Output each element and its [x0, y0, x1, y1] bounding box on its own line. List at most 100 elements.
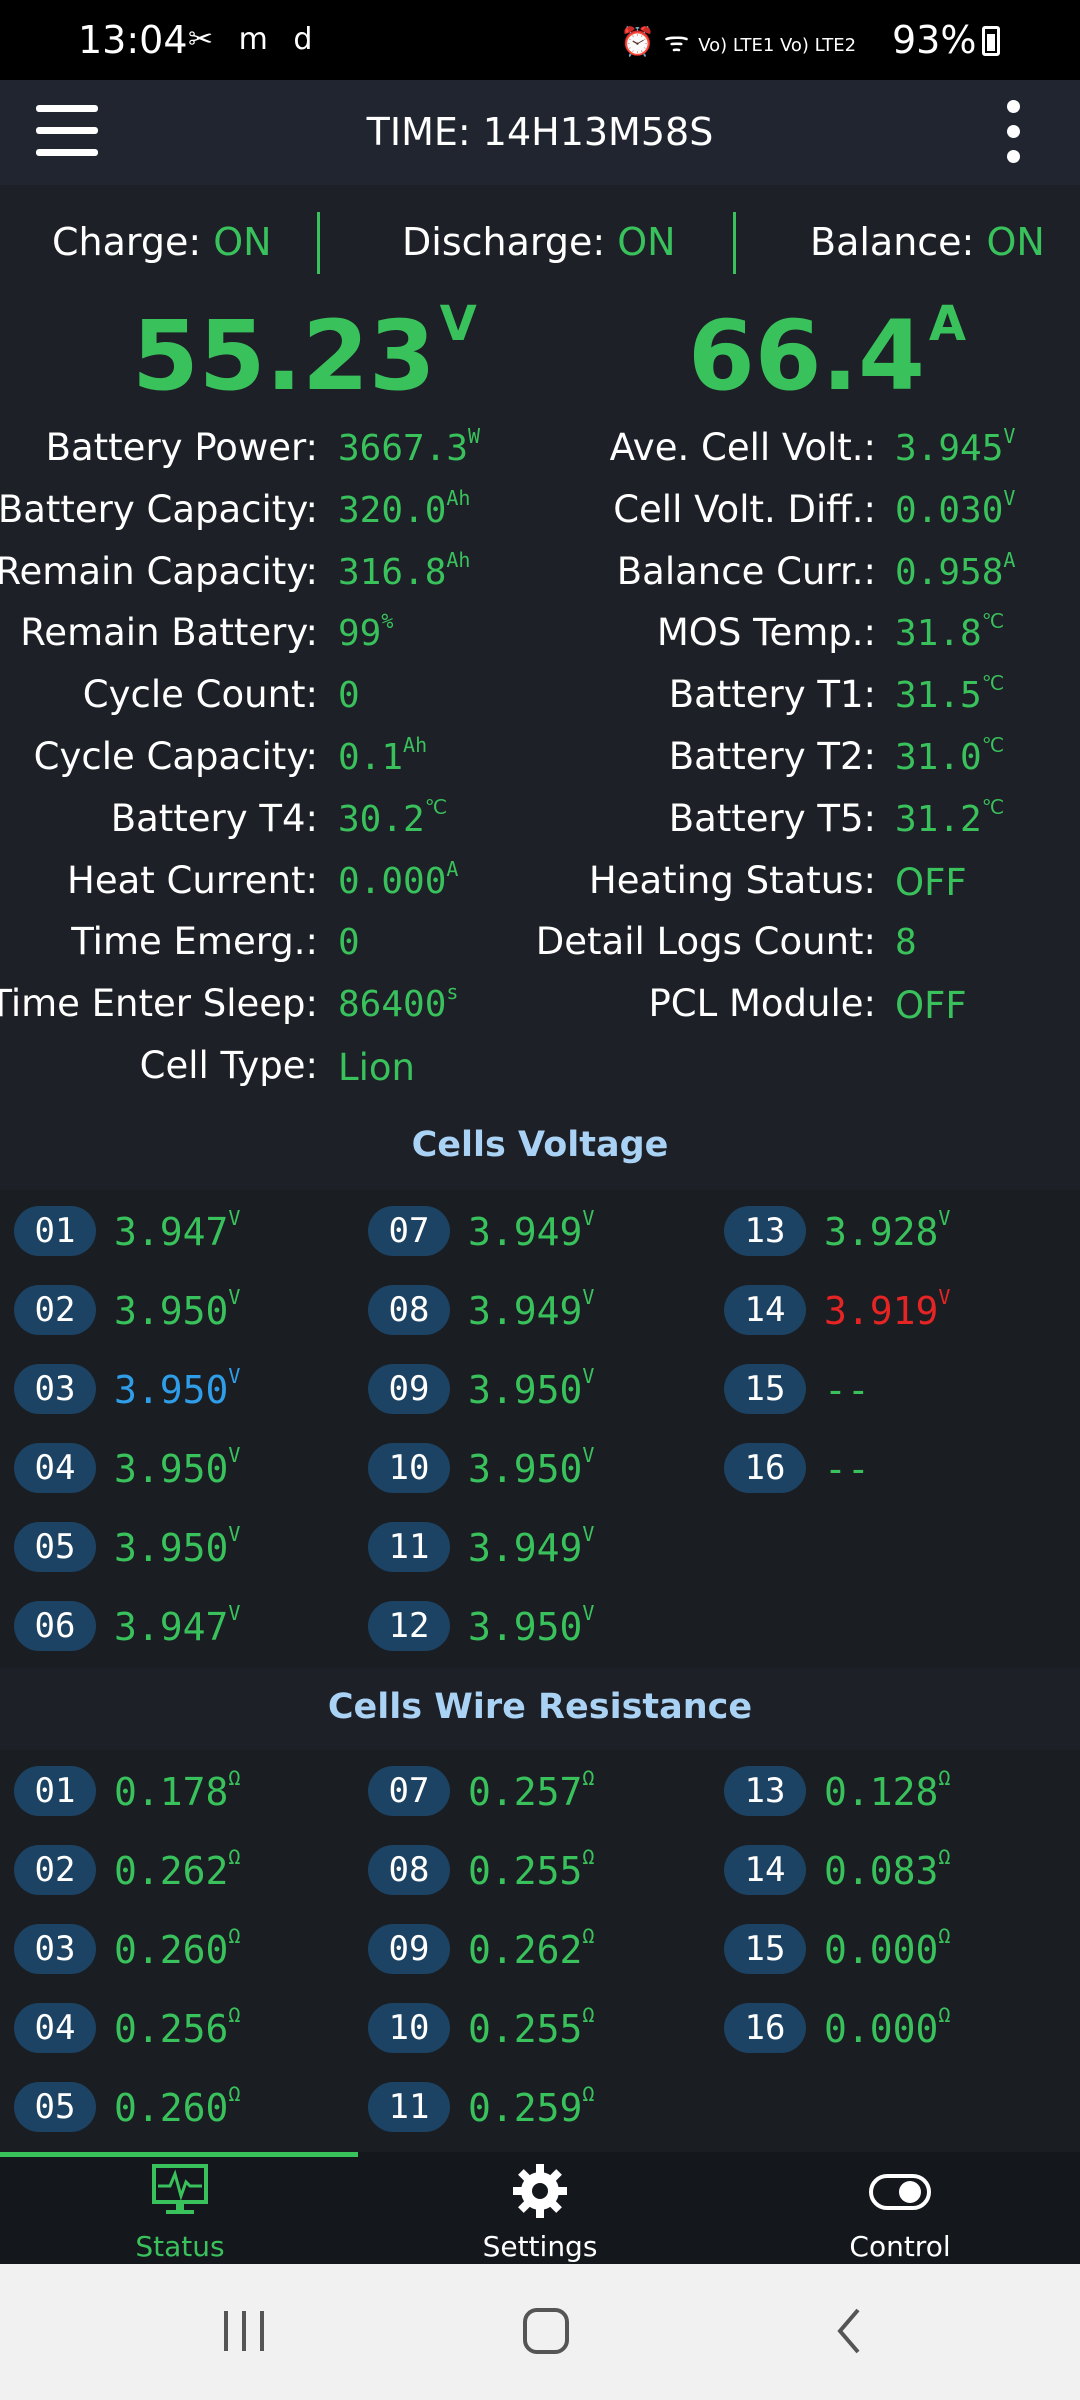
cell-number-badge: 10: [368, 1443, 450, 1493]
stat-value: 316.8Ah: [338, 548, 470, 593]
stat-unit: Ah: [446, 485, 471, 510]
cell-voltage-item: 13 3.928V: [724, 1200, 1064, 1262]
charge-value: ON: [213, 220, 272, 264]
stat-label: Cycle Capacity:: [33, 735, 318, 778]
stat-unit: A: [1003, 547, 1016, 572]
cell-value-number: 3.950: [114, 1368, 229, 1412]
nav-control[interactable]: Control: [720, 2162, 1080, 2263]
clock: 13:04: [78, 18, 188, 62]
cell-value-number: 0.257: [468, 1770, 583, 1814]
cell-value-number: 3.950: [114, 1447, 229, 1491]
stat-value-number: OFF: [895, 860, 967, 904]
cell-voltage-item: 01 3.947V: [14, 1200, 354, 1262]
stat-label: Detail Logs Count:: [535, 920, 876, 964]
signal-icons: ⏰ ᯤ Vo) LTE1 Vo) LTE2: [620, 25, 857, 58]
page-title: TIME: 14H13M58S: [366, 110, 714, 154]
bottom-navigation: Status Settings Control: [0, 2152, 1080, 2264]
cell-unit: V: [582, 1522, 595, 1546]
cell-number-badge: 03: [14, 1924, 96, 1974]
cell-voltage-item: 05 3.950V: [14, 1516, 354, 1578]
cell-value: 0.128Ω: [824, 1766, 950, 1814]
cell-voltage-item: 09 3.950V: [368, 1358, 708, 1420]
stat-unit: A: [446, 856, 459, 881]
stat-value-number: 320.0: [338, 489, 447, 531]
stat-label: Cycle Count:: [82, 673, 318, 717]
cell-value: 3.947V: [114, 1206, 240, 1254]
stat-value-number: 0: [338, 675, 360, 717]
stat-value: 31.5℃: [895, 671, 1004, 716]
cell-unit: V: [582, 1364, 595, 1388]
voltage-unit: V: [439, 296, 477, 352]
cell-resistance-item: 10 0.255Ω: [368, 1997, 708, 2059]
cell-unit: Ω: [228, 2003, 241, 2027]
stat-label: Time Emerg.:: [71, 920, 318, 964]
cell-voltage-item: 10 3.950V: [368, 1437, 708, 1499]
stat-label: Remain Battery:: [20, 611, 318, 655]
cell-value: 0.000Ω: [824, 2003, 950, 2051]
cell-resistance-item: 05 0.260Ω: [14, 2076, 354, 2138]
stat-label: Battery T1:: [668, 673, 876, 717]
cell-number-badge: 01: [14, 1766, 96, 1816]
cell-number-badge: 09: [368, 1924, 450, 1974]
active-tab-indicator: [0, 2152, 358, 2157]
cell-voltage-item: 06 3.947V: [14, 1595, 354, 1657]
cell-value: 0.260Ω: [114, 1924, 240, 1972]
stat-value-number: 3.945: [895, 428, 1004, 469]
cell-number-badge: 01: [14, 1206, 96, 1256]
cell-value: 3.950V: [468, 1443, 594, 1491]
stat-value-number: 30.2: [338, 798, 425, 840]
cell-value: 0.260Ω: [114, 2082, 240, 2130]
stat-value: 3667.3W: [338, 424, 480, 469]
cell-unit: Ω: [582, 2003, 595, 2027]
cell-value: 3.947V: [114, 1601, 240, 1649]
cell-value-number: 3.950: [468, 1447, 583, 1491]
cell-resistance-item: 07 0.257Ω: [368, 1760, 708, 1822]
cell-resistance-item: 03 0.260Ω: [14, 1918, 354, 1980]
cell-number-badge: 04: [14, 1443, 96, 1493]
cell-voltage-item: 16 --: [724, 1437, 1064, 1499]
discharge-label: Discharge:: [402, 220, 606, 264]
nav-settings[interactable]: Settings: [360, 2162, 720, 2263]
cell-resistance-item: 16 0.000Ω: [724, 1997, 1064, 2059]
stat-value-number: 316.8: [338, 551, 447, 593]
nav-control-label: Control: [849, 2230, 951, 2263]
stat-label: Cell Type:: [139, 1044, 318, 1087]
cell-number-badge: 08: [368, 1845, 450, 1895]
nav-status[interactable]: Status: [0, 2162, 360, 2263]
cell-value: 3.919V: [824, 1285, 950, 1333]
cell-unit: V: [582, 1601, 595, 1625]
cell-value: 0.257Ω: [468, 1766, 594, 1814]
cell-unit: V: [938, 1285, 951, 1309]
cell-value-number: 0.260: [114, 2086, 229, 2130]
cell-value: 3.950V: [114, 1285, 240, 1333]
stat-value-number: 0.958: [895, 551, 1004, 593]
cell-value-number: 0.083: [824, 1849, 939, 1893]
stat-value-number: 8: [895, 922, 917, 964]
cell-voltage-item: 12 3.950V: [368, 1595, 708, 1657]
stat-unit: Ah: [403, 733, 428, 757]
cell-number-badge: 14: [724, 1845, 806, 1895]
cell-voltage-item: 03 3.950V: [14, 1358, 354, 1420]
discharge-value: ON: [617, 220, 676, 264]
cell-resistance-item: 11 0.259Ω: [368, 2076, 708, 2138]
stat-value: 31.2℃: [895, 795, 1004, 840]
cell-value-number: 3.950: [468, 1368, 583, 1412]
stat-value-number: 0.1: [338, 737, 404, 778]
stat-value-number: 0.030: [895, 489, 1004, 531]
cell-value-number: 0.128: [824, 1770, 939, 1814]
more-options-icon[interactable]: [998, 100, 1028, 166]
cell-value-number: 0.000: [824, 2007, 939, 2051]
cell-value: 3.949V: [468, 1522, 594, 1570]
back-icon[interactable]: [826, 2306, 876, 2356]
recent-apps-icon[interactable]: [220, 2306, 270, 2356]
nav-status-label: Status: [135, 2230, 225, 2263]
home-icon[interactable]: [521, 2306, 571, 2356]
cell-number-badge: 15: [724, 1364, 806, 1414]
cell-number-badge: 07: [368, 1206, 450, 1256]
charge-label: Charge:: [52, 220, 202, 264]
cell-number-badge: 16: [724, 2003, 806, 2053]
balance-status: Balance: ON: [810, 220, 1045, 264]
cell-value-number: 0.000: [824, 1928, 939, 1972]
stat-label: Heat Current:: [67, 858, 318, 902]
cell-value-number: 0.260: [114, 1928, 229, 1972]
